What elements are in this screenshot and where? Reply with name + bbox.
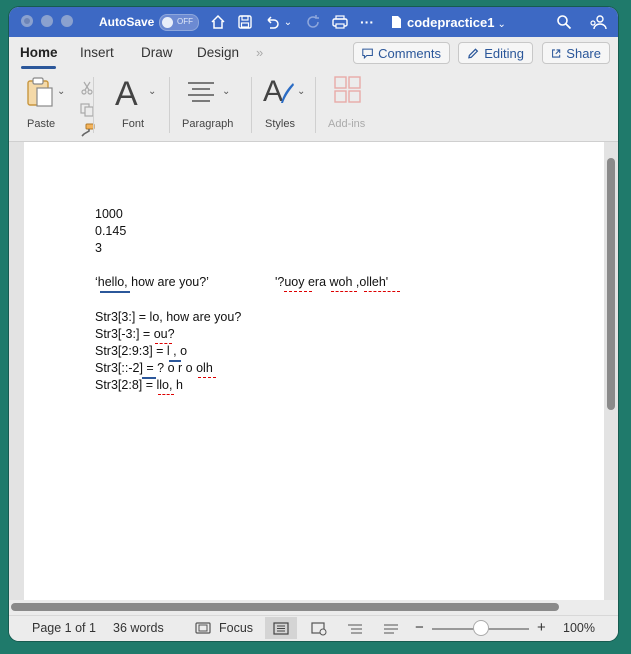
separator — [169, 77, 170, 133]
styles-label: Styles — [265, 118, 295, 130]
spelling-underline — [284, 289, 312, 292]
spelling-underline — [158, 392, 174, 395]
undo-dropdown-icon[interactable]: ⌄ — [283, 11, 293, 33]
word-window: AutoSave OFF ⌄ ··· codepractice1 ⌄ Home … — [9, 7, 618, 641]
grammar-underline — [169, 358, 181, 362]
word-count[interactable]: 36 words — [113, 621, 164, 635]
document-icon — [389, 11, 403, 33]
toggle-knob — [162, 17, 173, 28]
comment-icon — [362, 48, 373, 59]
grammar-underline — [142, 375, 156, 379]
pencil-icon — [468, 47, 479, 59]
paste-icon[interactable] — [25, 76, 55, 113]
separator — [315, 77, 316, 133]
copy-icon — [80, 103, 94, 122]
tab-draw[interactable]: Draw — [141, 45, 173, 60]
autosave-label: AutoSave — [99, 15, 155, 29]
spelling-underline — [155, 341, 172, 344]
comments-label: Comments — [378, 45, 441, 61]
autosave-state: OFF — [177, 17, 193, 26]
autosave-toggle[interactable]: OFF — [159, 14, 199, 31]
title-bar: AutoSave OFF ⌄ ··· codepractice1 ⌄ — [9, 7, 618, 37]
zoom-slider-knob[interactable] — [473, 620, 489, 636]
font-group[interactable]: A ⌄ Font — [104, 69, 166, 141]
doc-line-reversed: '?uoy era woh ,olleh' — [275, 275, 389, 289]
share-button[interactable]: Share — [542, 42, 610, 64]
search-icon[interactable] — [554, 11, 574, 33]
editing-label: Editing — [484, 45, 524, 61]
doc-line: 3 — [95, 241, 102, 255]
paragraph-group[interactable]: ⌄ Paragraph — [174, 69, 249, 141]
comments-button[interactable]: Comments — [353, 42, 450, 64]
more-tabs-icon[interactable]: » — [256, 45, 263, 60]
spelling-underline — [364, 289, 400, 292]
undo-icon[interactable] — [262, 11, 282, 33]
draft-view-icon[interactable] — [383, 623, 399, 638]
maximize-window-button[interactable] — [61, 15, 73, 27]
paragraph-label: Paragraph — [182, 118, 234, 130]
focus-icon — [195, 622, 211, 637]
font-dropdown-icon: ⌄ — [148, 86, 157, 97]
minimize-window-button[interactable] — [41, 15, 53, 27]
styles-icon: A — [261, 73, 295, 112]
doc-line: Str3[-3:] = ou? — [95, 327, 175, 341]
more-options-icon[interactable]: ··· — [357, 11, 377, 33]
share-icon — [552, 48, 561, 58]
paragraph-dropdown-icon: ⌄ — [222, 86, 231, 97]
doc-line: Str3[::-2] = ? o r o olh — [95, 361, 213, 375]
redo-icon — [303, 11, 323, 33]
styles-dropdown-icon: ⌄ — [297, 86, 306, 97]
ribbon: ⌄ Paste A ⌄ Font ⌄ Paragraph A ⌄ Styles … — [9, 69, 618, 142]
doc-line: 1000 — [95, 207, 123, 221]
editing-button[interactable]: Editing — [458, 42, 533, 64]
svg-text:A: A — [263, 75, 283, 107]
addins-group: Add-ins — [321, 69, 376, 141]
separator — [93, 77, 94, 133]
cut-icon — [81, 81, 93, 100]
doc-line: Str3[2:8] = llo, h — [95, 378, 183, 392]
tab-home[interactable]: Home — [20, 45, 58, 60]
document-area[interactable]: 1000 0.145 3 ‘hello, how are you?’ '?uoy… — [9, 142, 618, 600]
doc-line: ‘hello, how are you?’ — [95, 275, 209, 289]
home-icon[interactable] — [208, 11, 228, 33]
doc-line: 0.145 — [95, 224, 127, 238]
styles-group[interactable]: A ⌄ Styles — [257, 69, 317, 141]
document-page[interactable]: 1000 0.145 3 ‘hello, how are you?’ '?uoy… — [24, 142, 604, 600]
font-icon: A — [115, 75, 138, 113]
addins-icon — [334, 76, 362, 109]
page-count[interactable]: Page 1 of 1 — [32, 621, 96, 635]
focus-button[interactable]: Focus — [219, 621, 253, 635]
outline-view-icon[interactable] — [347, 623, 363, 638]
paragraph-align-icon — [186, 81, 216, 108]
doc-line: Str3[3:] = lo, how are you? — [95, 310, 242, 324]
spelling-underline — [198, 375, 216, 378]
close-window-button[interactable] — [21, 15, 33, 27]
vertical-scrollbar[interactable] — [607, 158, 615, 410]
save-icon[interactable] — [235, 11, 255, 33]
horizontal-scrollbar[interactable] — [11, 603, 559, 611]
web-layout-icon[interactable] — [311, 622, 327, 639]
document-title[interactable]: codepractice1 ⌄ — [407, 15, 506, 30]
paste-dropdown-icon[interactable]: ⌄ — [57, 86, 65, 97]
status-bar: Page 1 of 1 36 words Focus − + 100% — [9, 615, 618, 641]
addins-label: Add-ins — [328, 118, 366, 130]
zoom-out-button[interactable]: − — [415, 619, 424, 636]
grammar-underline — [100, 288, 130, 293]
print-icon[interactable] — [329, 11, 351, 33]
tab-design[interactable]: Design — [197, 45, 239, 60]
print-layout-icon[interactable] — [273, 622, 289, 638]
share-people-icon[interactable] — [588, 11, 608, 33]
separator — [251, 77, 252, 133]
zoom-level[interactable]: 100% — [563, 621, 595, 635]
zoom-in-button[interactable]: + — [537, 619, 546, 636]
share-label: Share — [566, 45, 601, 61]
font-label: Font — [122, 118, 145, 130]
tab-insert[interactable]: Insert — [80, 45, 114, 60]
clipboard-group: ⌄ Paste — [19, 69, 95, 141]
spelling-underline — [331, 289, 357, 292]
doc-line: Str3[2:9:3] = l , o — [95, 344, 188, 358]
paste-label: Paste — [27, 118, 56, 130]
